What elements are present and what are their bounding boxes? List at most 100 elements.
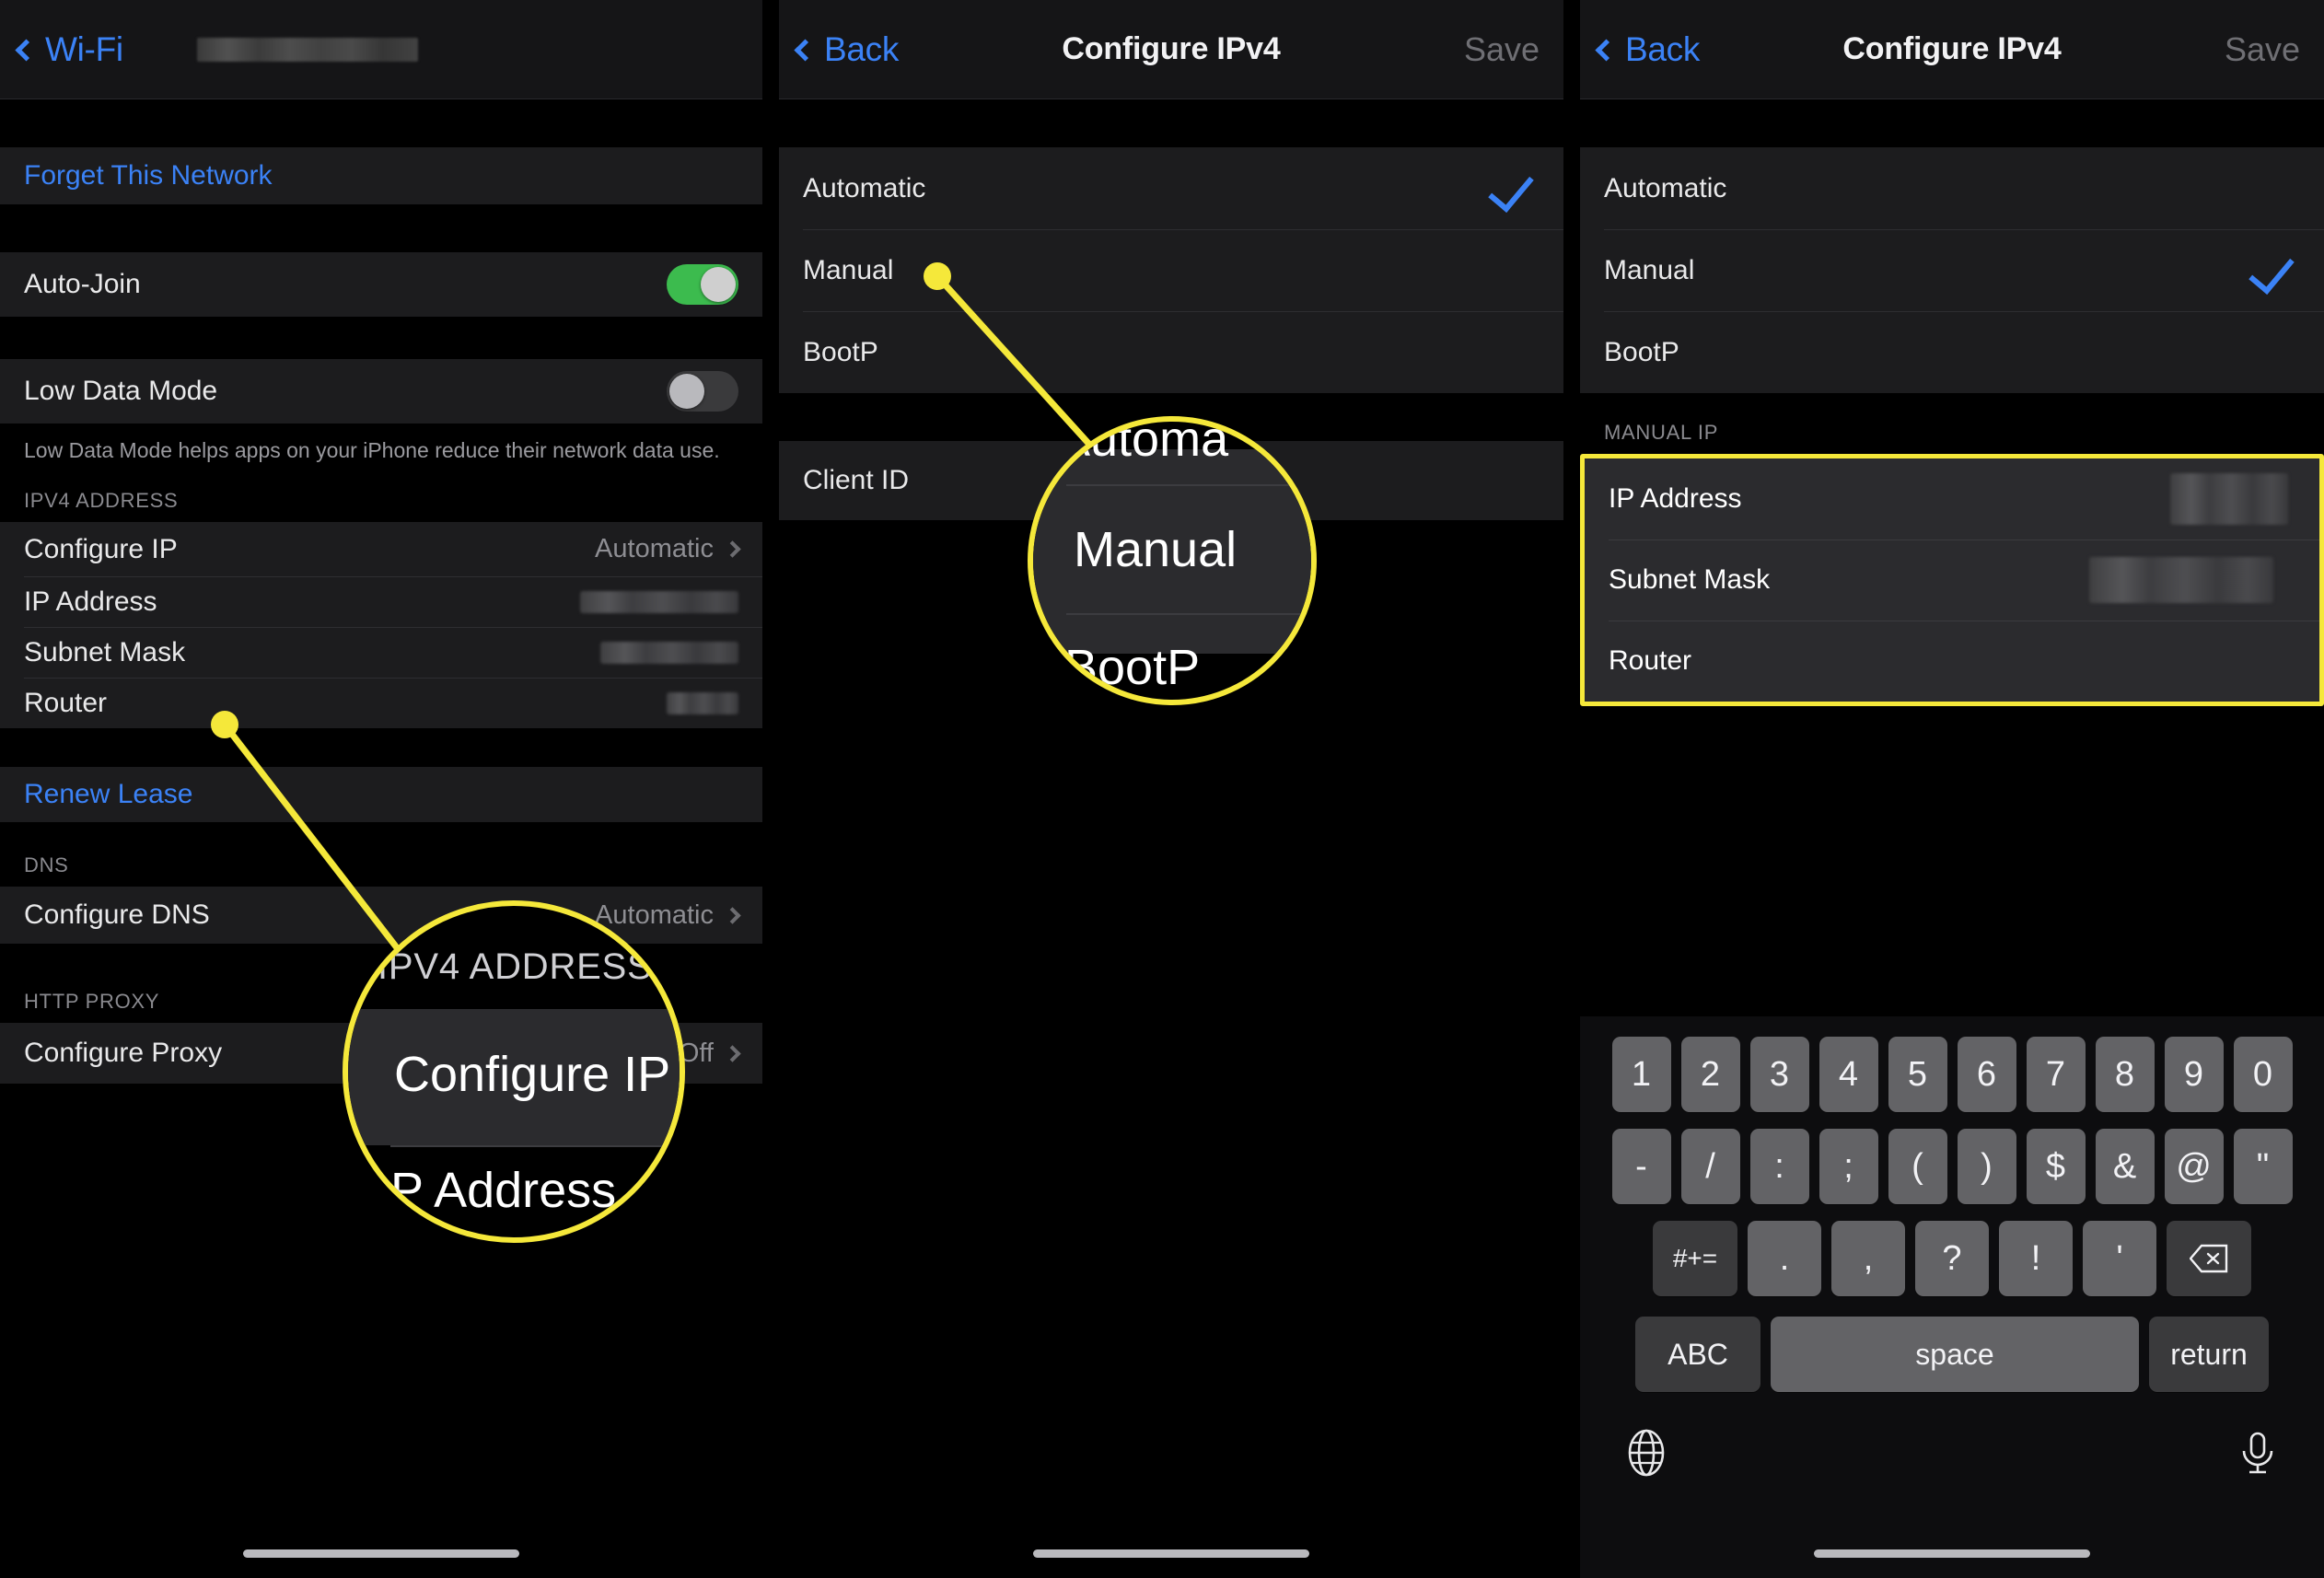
magnifier-divider <box>390 1145 680 1147</box>
key-comma[interactable]: , <box>1831 1221 1905 1296</box>
key-quote[interactable]: " <box>2233 1129 2293 1204</box>
ipv4-section-header: IPV4 ADDRESS <box>0 465 762 523</box>
configure-proxy-label: Configure Proxy <box>24 1038 223 1069</box>
key-at[interactable]: @ <box>2164 1129 2224 1204</box>
key-7[interactable]: 7 <box>2026 1037 2086 1112</box>
chevron-right-icon <box>724 1044 741 1062</box>
low-data-mode-row[interactable]: Low Data Mode <box>0 359 762 424</box>
magnifier-manual: Automa Manual BootP <box>1028 416 1317 705</box>
home-indicator <box>1814 1549 2090 1558</box>
key-0[interactable]: 0 <box>2233 1037 2293 1112</box>
key-9[interactable]: 9 <box>2164 1037 2224 1112</box>
manual-subnet-mask-label: Subnet Mask <box>1609 564 1771 595</box>
back-to-wifi-button[interactable]: Wi-Fi <box>0 30 123 69</box>
ip-address-row[interactable]: IP Address <box>0 576 762 628</box>
auto-join-group: Auto-Join <box>0 252 762 317</box>
key-dollar[interactable]: $ <box>2026 1129 2086 1204</box>
panel2-back-button[interactable]: Back <box>779 30 899 69</box>
manual-router-label: Router <box>1609 645 1692 676</box>
subnet-mask-row[interactable]: Subnet Mask <box>0 627 762 679</box>
panel2-save-button[interactable]: Save <box>1464 30 1563 69</box>
renew-lease-row[interactable]: Renew Lease <box>0 767 762 823</box>
spacer <box>0 99 762 147</box>
spacer <box>0 204 762 252</box>
home-indicator <box>243 1549 519 1558</box>
key-symbol-shift[interactable]: #+= <box>1653 1221 1737 1296</box>
key-3[interactable]: 3 <box>1749 1037 1809 1112</box>
key-period[interactable]: . <box>1748 1221 1821 1296</box>
option-bootp-label: BootP <box>803 336 878 367</box>
ip-address-label: IP Address <box>24 586 157 617</box>
key-4[interactable]: 4 <box>1819 1037 1878 1112</box>
panel2-options-group: Automatic Manual BootP <box>779 147 1563 393</box>
panel-divider <box>762 0 779 1578</box>
option-automatic-row[interactable]: Automatic <box>779 147 1563 229</box>
option-automatic-row[interactable]: Automatic <box>1580 147 2324 229</box>
network-name-redacted <box>196 37 418 62</box>
key-paren-close[interactable]: ) <box>1957 1129 2016 1204</box>
router-value-redacted <box>667 691 738 714</box>
key-ampersand[interactable]: & <box>2095 1129 2155 1204</box>
key-paren-open[interactable]: ( <box>1888 1129 1947 1204</box>
low-data-mode-toggle[interactable] <box>667 371 738 412</box>
key-semicolon[interactable]: ; <box>1819 1129 1878 1204</box>
checkmark-icon <box>1488 164 1534 213</box>
magnifier-content: IPV4 ADDRESS Configure IP P Address <box>348 906 680 1237</box>
key-hyphen[interactable]: - <box>1611 1129 1671 1204</box>
magnifier-above-row: Automa <box>1057 416 1229 467</box>
key-exclamation[interactable]: ! <box>1999 1221 2073 1296</box>
manual-ip-section-header: MANUAL IP <box>1580 393 2324 454</box>
backspace-glyph <box>2190 1244 2228 1273</box>
configure-ip-row[interactable]: Configure IP Automatic <box>0 522 762 577</box>
option-manual-label: Manual <box>803 254 894 285</box>
keyboard-row-bottom: ABC space return <box>1580 1296 2324 1392</box>
spacer <box>0 317 762 359</box>
key-apostrophe[interactable]: ' <box>2083 1221 2156 1296</box>
configure-ip-value: Automatic <box>595 534 714 564</box>
panel3-save-button[interactable]: Save <box>2225 30 2324 69</box>
key-2[interactable]: 2 <box>1680 1037 1740 1112</box>
forget-network-row[interactable]: Forget This Network <box>0 147 762 204</box>
key-abc[interactable]: ABC <box>1635 1317 1760 1392</box>
manual-subnet-mask-row[interactable]: Subnet Mask <box>1585 540 2319 621</box>
option-manual-label: Manual <box>1604 254 1695 285</box>
key-colon[interactable]: : <box>1749 1129 1809 1204</box>
option-manual-row[interactable]: Manual <box>1580 229 2324 311</box>
key-space[interactable]: space <box>1771 1317 2139 1392</box>
microphone-icon[interactable] <box>2234 1429 2282 1477</box>
panel1-navbar: Wi-Fi <box>0 0 762 99</box>
ip-address-value-redacted <box>580 590 738 613</box>
chevron-left-icon <box>15 38 38 62</box>
key-6[interactable]: 6 <box>1957 1037 2016 1112</box>
option-manual-row[interactable]: Manual <box>779 229 1563 311</box>
renew-lease-label: Renew Lease <box>24 779 193 810</box>
magnifier-main-row: Configure IP <box>394 1047 671 1102</box>
option-bootp-row[interactable]: BootP <box>1580 311 2324 393</box>
key-return[interactable]: return <box>2149 1317 2269 1392</box>
option-bootp-row[interactable]: BootP <box>779 311 1563 393</box>
manual-router-row[interactable]: Router <box>1585 621 2319 702</box>
chevron-right-icon <box>724 906 741 924</box>
key-question[interactable]: ? <box>1915 1221 1989 1296</box>
back-label: Back <box>1625 29 1701 68</box>
panel3-back-button[interactable]: Back <box>1580 30 1700 69</box>
chevron-left-icon <box>1595 38 1618 62</box>
magnifier-divider <box>1066 484 1311 486</box>
backspace-icon[interactable] <box>2167 1221 2251 1296</box>
magnifier-divider <box>1066 613 1311 615</box>
key-5[interactable]: 5 <box>1888 1037 1947 1112</box>
key-8[interactable]: 8 <box>2095 1037 2155 1112</box>
globe-icon[interactable] <box>1622 1429 1670 1477</box>
key-slash[interactable]: / <box>1680 1129 1740 1204</box>
keyboard-row-symbols: - / : ; ( ) $ & @ " <box>1580 1112 2324 1204</box>
auto-join-row[interactable]: Auto-Join <box>0 252 762 317</box>
keyboard-row-numbers: 1 2 3 4 5 6 7 8 9 0 <box>1580 1016 2324 1112</box>
key-1[interactable]: 1 <box>1611 1037 1671 1112</box>
magnifier-below-row: BootP <box>1064 640 1201 695</box>
checkmark-icon <box>2248 246 2295 295</box>
router-row[interactable]: Router <box>0 678 762 729</box>
chevron-right-icon <box>724 540 741 558</box>
configure-proxy-value-wrap: Off <box>679 1038 741 1069</box>
auto-join-toggle[interactable] <box>667 264 738 305</box>
manual-ip-address-row[interactable]: IP Address <box>1585 458 2319 540</box>
